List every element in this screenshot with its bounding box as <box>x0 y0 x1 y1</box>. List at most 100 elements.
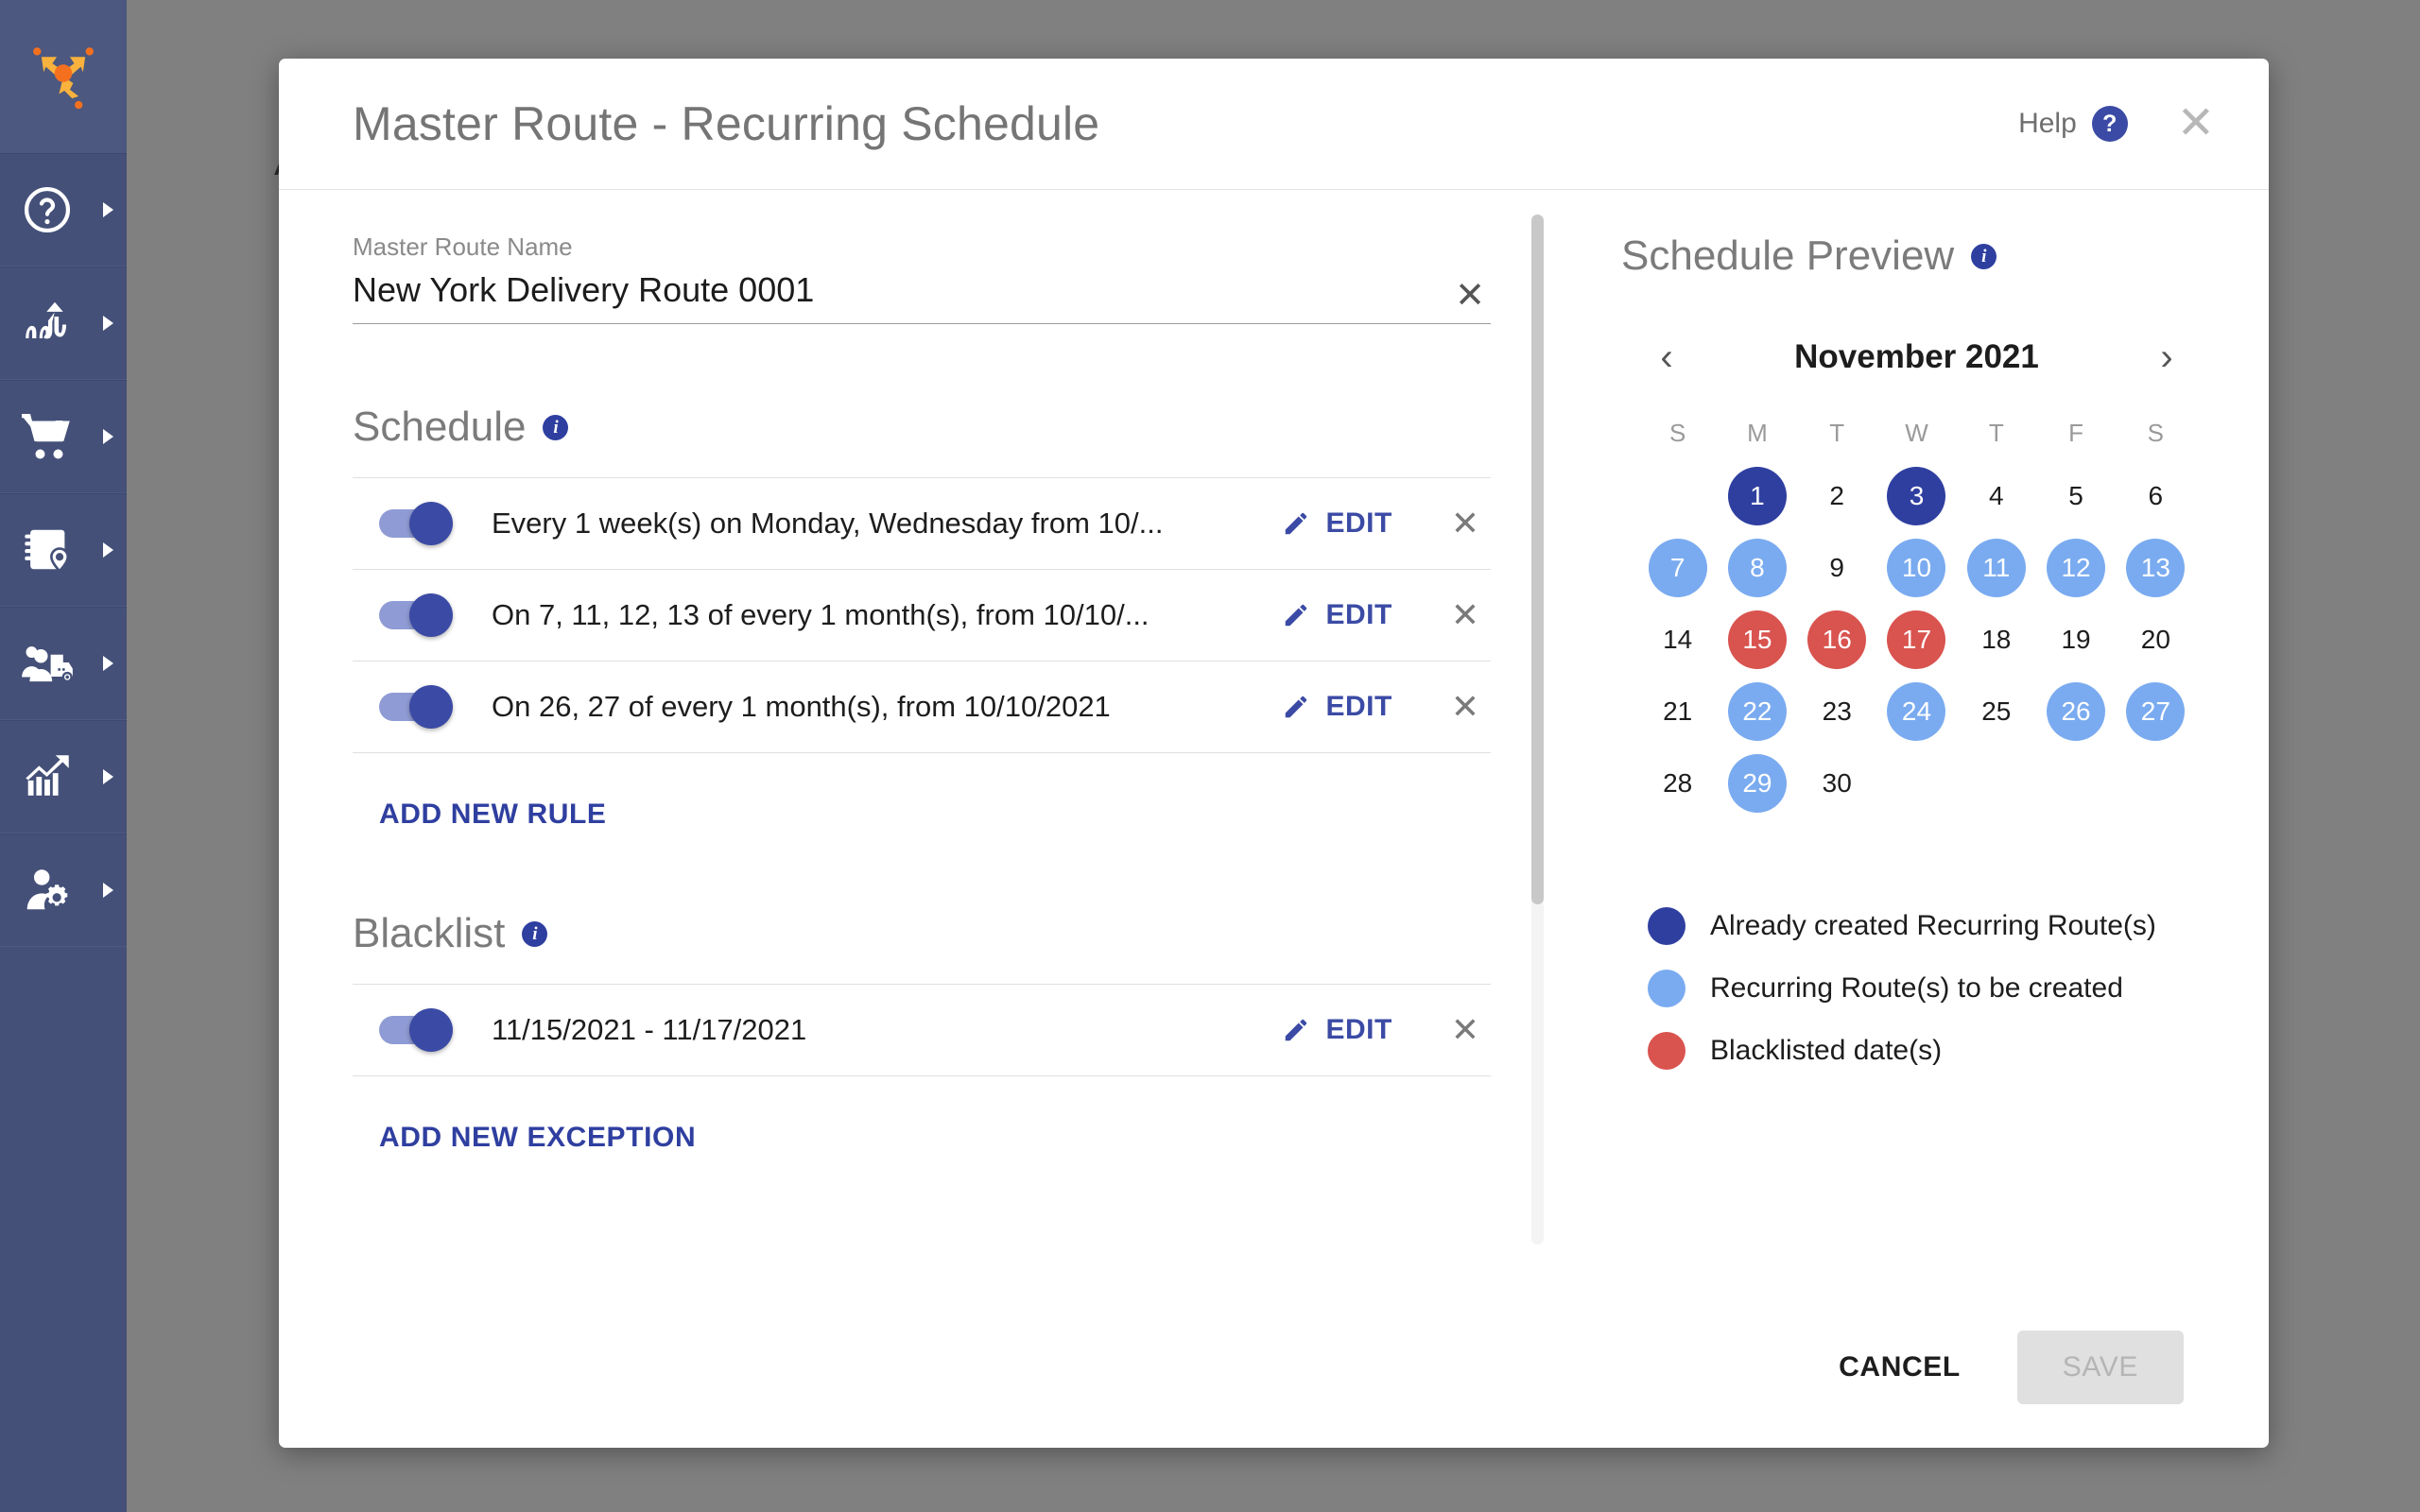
rule-enable-toggle[interactable] <box>379 502 453 545</box>
pencil-icon <box>1286 1019 1307 1041</box>
rule-description: Every 1 week(s) on Monday, Wednesday fro… <box>492 507 1164 540</box>
calendar-legend: Already created Recurring Route(s) Recurr… <box>1648 907 2212 1070</box>
blacklist-description: 11/15/2021 - 11/17/2021 <box>492 1013 807 1046</box>
toggle-knob <box>409 685 453 729</box>
legend-item: Blacklisted date(s) <box>1648 1032 2212 1070</box>
schedule-title: Schedule <box>353 404 527 450</box>
save-button[interactable]: SAVE <box>2016 1331 2184 1404</box>
add-new-exception-button[interactable]: ADD NEW EXCEPTION <box>379 1122 696 1154</box>
help-label: Help <box>2018 108 2077 139</box>
clear-icon[interactable]: ✕ <box>1449 277 1491 313</box>
sidebar-item-addressbook[interactable] <box>0 493 127 607</box>
rule-enable-toggle[interactable] <box>379 685 453 729</box>
blacklist-enable-toggle[interactable] <box>379 1008 453 1052</box>
toggle-knob <box>409 593 453 637</box>
sidebar-item-help[interactable] <box>0 153 127 266</box>
calendar-day-14[interactable]: 14 <box>1649 610 1707 669</box>
close-icon[interactable]: ✕ <box>2177 100 2215 146</box>
calendar-day-28[interactable]: 28 <box>1649 754 1707 813</box>
calendar-day-2[interactable]: 2 <box>1807 467 1866 525</box>
sidebar-item-routing[interactable] <box>0 266 127 380</box>
calendar-day-23[interactable]: 23 <box>1807 682 1866 741</box>
calendar-day-12[interactable]: 12 <box>2047 539 2106 597</box>
schedule-preview-pane: Schedule Preview i ‹ November 2021 › S M T… <box>1564 190 2269 1287</box>
info-icon[interactable]: i <box>522 920 548 947</box>
dialog-header: Master Route - Recurring Schedule Help ?… <box>279 59 2269 190</box>
sidebar-item-account[interactable] <box>0 833 127 947</box>
sidebar-item-orders[interactable] <box>0 380 127 493</box>
edit-rule-button[interactable]: EDIT <box>1282 507 1392 540</box>
add-new-rule-button[interactable]: ADD NEW RULE <box>379 799 607 831</box>
calendar-day-6[interactable]: 6 <box>2126 467 2185 525</box>
calendar-day-header: M <box>1747 418 1768 447</box>
calendar-day-25[interactable]: 25 <box>1967 682 2026 741</box>
calendar-day-19[interactable]: 19 <box>2047 610 2105 669</box>
info-icon[interactable]: i <box>543 414 569 440</box>
calendar-day-header: W <box>1905 418 1928 447</box>
table-row: Every 1 week(s) on Monday, Wednesday fro… <box>353 478 1491 570</box>
calendar-day-7[interactable]: 7 <box>1648 539 1707 597</box>
routing-logo[interactable] <box>0 0 127 153</box>
chevron-right-icon <box>103 542 113 558</box>
calendar-day-10[interactable]: 10 <box>1887 539 1946 597</box>
calendar-day-8[interactable]: 8 <box>1727 539 1787 597</box>
delete-rule-icon[interactable]: ✕ <box>1451 689 1479 723</box>
calendar-day-17[interactable]: 17 <box>1887 610 1946 669</box>
route-optimize-icon <box>0 296 95 351</box>
sidebar-item-fleet[interactable] <box>0 607 127 720</box>
calendar-day-21[interactable]: 21 <box>1649 682 1707 741</box>
recurring-schedule-dialog: Master Route - Recurring Schedule Help ?… <box>279 59 2269 1448</box>
edit-label: EDIT <box>1325 691 1392 722</box>
calendar-day-9[interactable]: 9 <box>1807 539 1866 597</box>
calendar-day-18[interactable]: 18 <box>1967 610 2026 669</box>
calendar-day-header: S <box>1668 418 1686 447</box>
calendar-day-22[interactable]: 22 <box>1727 682 1787 741</box>
calendar-day-26[interactable]: 26 <box>2047 682 2106 741</box>
calendar-day-4[interactable]: 4 <box>1967 467 2026 525</box>
calendar-day-1[interactable]: 1 <box>1727 467 1787 525</box>
calendar-month-label: November 2021 <box>1794 338 2039 375</box>
user-settings-icon <box>0 863 95 918</box>
calendar-day-30[interactable]: 30 <box>1807 754 1866 813</box>
cancel-button[interactable]: CANCEL <box>1839 1351 1961 1383</box>
calendar-day-24[interactable]: 24 <box>1887 682 1946 741</box>
calendar-day-16[interactable]: 16 <box>1807 610 1867 669</box>
pencil-icon <box>1286 696 1307 718</box>
edit-rule-button[interactable]: EDIT <box>1282 599 1392 631</box>
route-name-input-row[interactable]: New York Delivery Route 0001 ✕ <box>353 270 1491 324</box>
calendar-day-13[interactable]: 13 <box>2126 539 2186 597</box>
calendar-day-27[interactable]: 27 <box>2126 682 2186 741</box>
chevron-right-icon <box>103 316 113 331</box>
calendar-blank-cell <box>1649 467 1707 525</box>
calendar-day-20[interactable]: 20 <box>2126 610 2185 669</box>
edit-rule-button[interactable]: EDIT <box>1282 691 1392 723</box>
calendar-day-15[interactable]: 15 <box>1727 610 1787 669</box>
sidebar-item-analytics[interactable] <box>0 720 127 833</box>
edit-label: EDIT <box>1325 507 1392 539</box>
chevron-right-icon <box>103 202 113 217</box>
prev-month-button[interactable]: ‹ <box>1638 338 1695 376</box>
route-name-label: Master Route Name <box>353 232 573 261</box>
delete-blacklist-icon[interactable]: ✕ <box>1451 1012 1479 1046</box>
route-name-input[interactable]: New York Delivery Route 0001 <box>353 270 1449 310</box>
rule-enable-toggle[interactable] <box>379 593 453 637</box>
delete-rule-icon[interactable]: ✕ <box>1451 597 1479 631</box>
calendar-day-5[interactable]: 5 <box>2047 467 2105 525</box>
dialog-footer: CANCEL SAVE <box>279 1287 2269 1448</box>
calendar-day-29[interactable]: 29 <box>1727 754 1787 813</box>
scrollbar-thumb[interactable] <box>1531 215 1544 904</box>
calendar-day-3[interactable]: 3 <box>1887 467 1946 525</box>
calendar-day-11[interactable]: 11 <box>1966 539 2026 597</box>
schedule-editor-pane: Master Route Name New York Delivery Rout… <box>279 190 1564 1287</box>
edit-blacklist-button[interactable]: EDIT <box>1282 1014 1392 1046</box>
info-icon[interactable]: i <box>1971 243 1997 269</box>
schedule-section-header: Schedule i <box>353 404 1491 451</box>
legend-label: Recurring Route(s) to be created <box>1710 972 2123 1004</box>
chevron-right-icon <box>103 429 113 444</box>
legend-item: Already created Recurring Route(s) <box>1648 907 2212 945</box>
scrollbar[interactable] <box>1531 215 1544 1245</box>
delete-rule-icon[interactable]: ✕ <box>1451 506 1479 540</box>
calendar-day-header: F <box>2068 418 2083 447</box>
next-month-button[interactable]: › <box>2138 338 2195 376</box>
help-button[interactable]: Help ? <box>2018 106 2128 142</box>
